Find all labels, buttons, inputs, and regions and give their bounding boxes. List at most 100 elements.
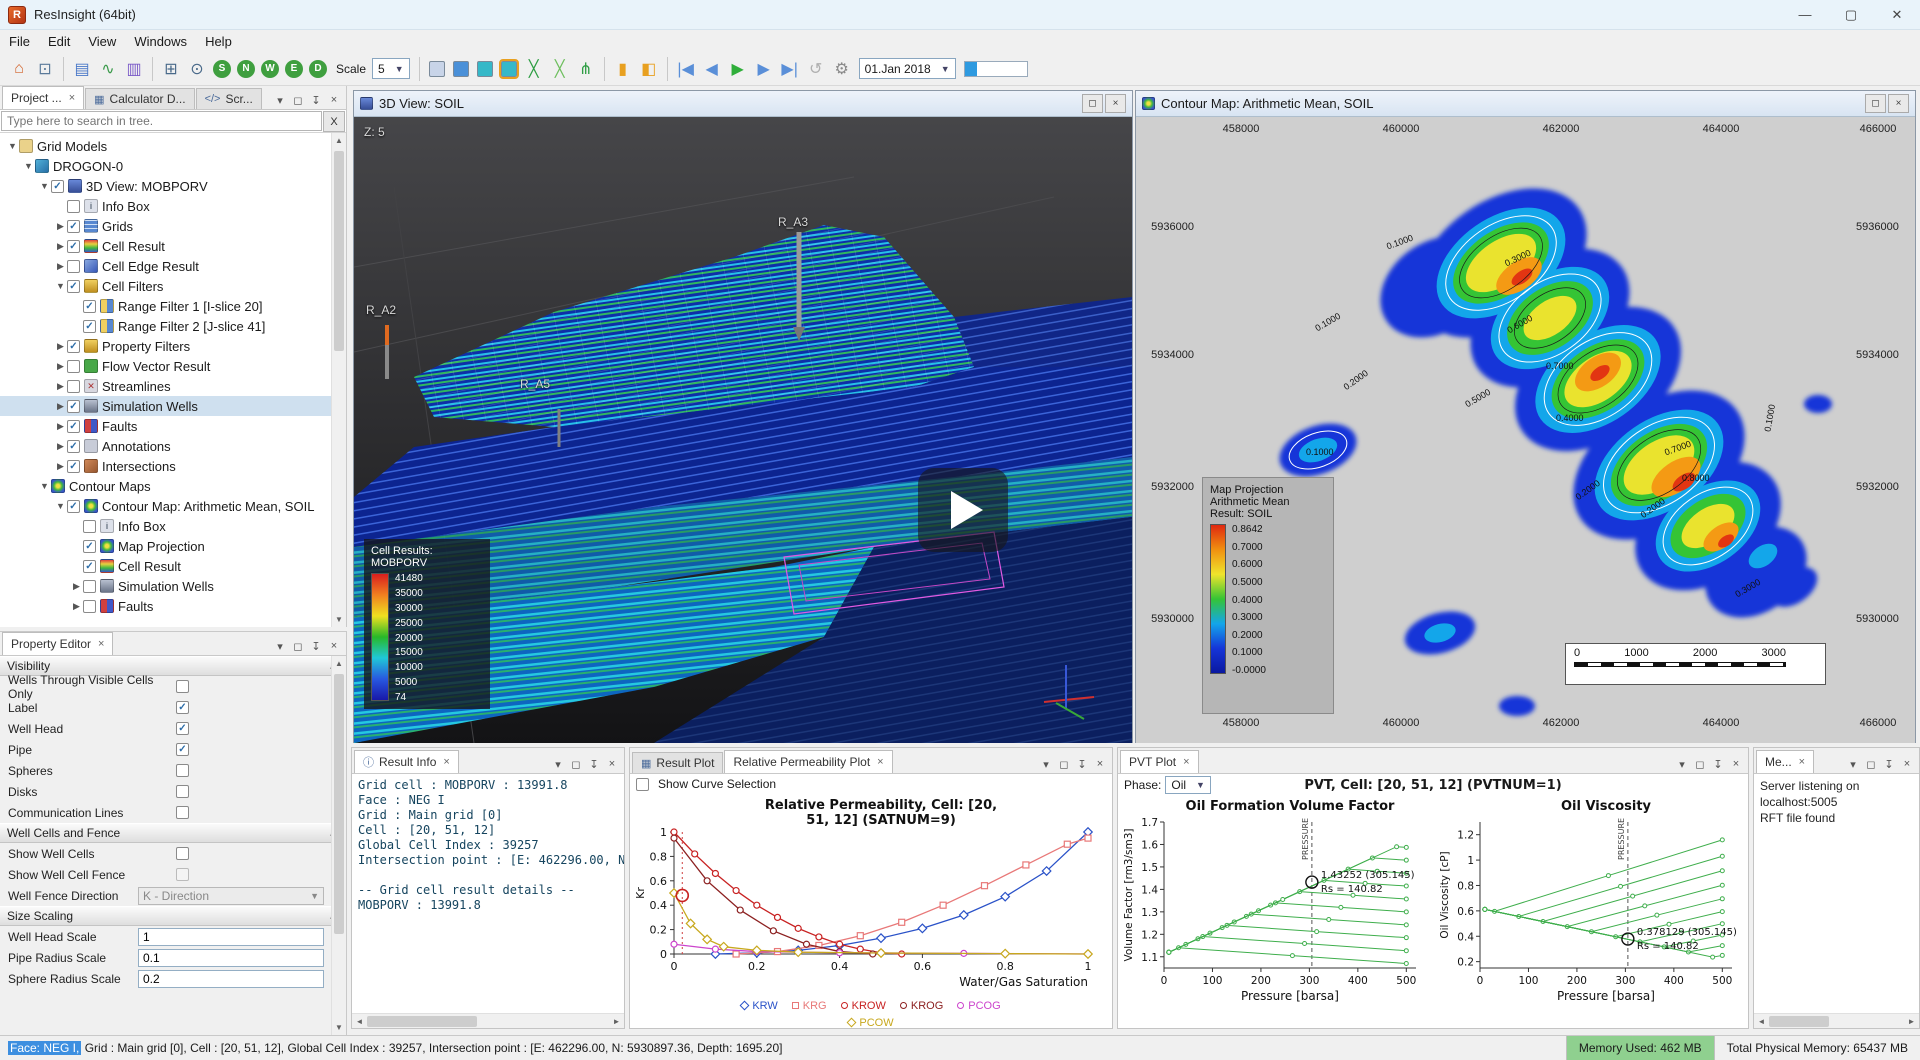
property-scrollbar[interactable]: ▲ ▼: [331, 656, 346, 1035]
view3d-viewport[interactable]: Z: 5 R_A3 R_A2 R_A5 Cell Results: MOBPOR…: [354, 117, 1132, 743]
grid-box-icon[interactable]: [429, 61, 445, 77]
expand-arrow-icon[interactable]: ▶: [54, 461, 67, 472]
float-icon[interactable]: ◻: [1055, 755, 1073, 773]
tree-item-grids[interactable]: ▶✓Grids: [0, 216, 346, 236]
view3d-titlebar[interactable]: 3D View: SOIL ◻×: [354, 91, 1132, 117]
expand-arrow-icon[interactable]: ▼: [22, 161, 35, 171]
expand-arrow-icon[interactable]: ▼: [38, 481, 51, 491]
legend-item-krw[interactable]: KRW: [741, 1000, 777, 1012]
expand-arrow-icon[interactable]: ▶: [54, 261, 67, 272]
menu-icon[interactable]: ▾: [271, 91, 289, 109]
draw-style-lines-icon[interactable]: ╳: [521, 56, 547, 82]
tab-scr-[interactable]: </>Scr...: [196, 88, 262, 109]
summary-plot-icon[interactable]: ∿: [95, 56, 121, 82]
tree-item-faults[interactable]: ▶Faults: [0, 596, 346, 616]
expand-arrow-icon[interactable]: ▶: [70, 581, 83, 592]
expand-arrow-icon[interactable]: ▶: [54, 221, 67, 232]
pvt-charts[interactable]: Oil Formation Volume Factor0100200300400…: [1118, 796, 1748, 1028]
close-button[interactable]: ✕: [1874, 0, 1920, 29]
property-checkbox[interactable]: ✓: [176, 743, 189, 756]
tree-item-3d-view-mobporv[interactable]: ▼✓3D View: MOBPORV: [0, 176, 346, 196]
close-icon[interactable]: ×: [1091, 755, 1109, 773]
tree-checkbox[interactable]: [67, 200, 80, 213]
open-project-icon[interactable]: ⌂: [6, 56, 32, 82]
menu-help[interactable]: Help: [196, 34, 241, 49]
menu-icon[interactable]: ▾: [549, 755, 567, 773]
measurement-icon[interactable]: ▮: [610, 56, 636, 82]
tree-item-range-filter-2-j-slice-41-[interactable]: ✓Range Filter 2 [J-slice 41]: [0, 316, 346, 336]
view-south-icon[interactable]: S: [213, 60, 231, 78]
property-checkbox[interactable]: [176, 785, 189, 798]
property-checkbox[interactable]: ✓: [176, 701, 189, 714]
section-header-well-cells-and-fence[interactable]: Well Cells and Fence∧∧: [0, 823, 346, 843]
tab-me-[interactable]: Me...×: [1756, 750, 1814, 773]
tree-item-info-box[interactable]: iInfo Box: [0, 196, 346, 216]
legend-item-krog[interactable]: KROG: [900, 1000, 943, 1012]
tree-item-flow-vector-result[interactable]: ▶Flow Vector Result: [0, 356, 346, 376]
expand-arrow-icon[interactable]: ▼: [54, 501, 67, 511]
tree-checkbox[interactable]: ✓: [83, 320, 96, 333]
tree-checkbox[interactable]: [83, 600, 96, 613]
tab-close-icon[interactable]: ×: [69, 92, 75, 104]
tree-checkbox[interactable]: ✓: [67, 400, 80, 413]
minimize-button[interactable]: —: [1782, 0, 1828, 29]
tab-close-icon[interactable]: ×: [877, 756, 883, 768]
close-icon[interactable]: ×: [1105, 94, 1126, 113]
float-icon[interactable]: ◻: [289, 637, 307, 655]
grid-cells-icon[interactable]: [453, 61, 469, 77]
pin-icon[interactable]: ↧: [1880, 755, 1898, 773]
property-input[interactable]: [138, 970, 324, 988]
import-case-icon[interactable]: ⊡: [32, 56, 58, 82]
menu-edit[interactable]: Edit: [39, 34, 79, 49]
tree-item-contour-map-arithmetic-mean-soil[interactable]: ▼✓Contour Map: Arithmetic Mean, SOIL: [0, 496, 346, 516]
contour-map-viewport[interactable]: Map Projection Arithmetic Mean Result: S…: [1136, 117, 1915, 743]
menu-icon[interactable]: ▾: [1844, 755, 1862, 773]
tree-checkbox[interactable]: ✓: [67, 440, 80, 453]
tree-checkbox[interactable]: ✓: [83, 560, 96, 573]
tree-item-simulation-wells[interactable]: ▶Simulation Wells: [0, 576, 346, 596]
expand-arrow-icon[interactable]: ▶: [54, 421, 67, 432]
tab-close-icon[interactable]: ×: [1183, 756, 1189, 768]
draw-style-mesh-icon[interactable]: ╳: [547, 56, 573, 82]
step-back-icon[interactable]: ◀: [699, 56, 725, 82]
animation-progress[interactable]: [964, 61, 1028, 77]
pin-icon[interactable]: ↧: [307, 91, 325, 109]
tree-item-cell-result[interactable]: ▶✓Cell Result: [0, 236, 346, 256]
tree-checkbox[interactable]: ✓: [67, 280, 80, 293]
expand-arrow-icon[interactable]: ▶: [70, 601, 83, 612]
tree-scrollbar[interactable]: ▲ ▼: [331, 133, 346, 627]
well-log-plot-icon[interactable]: ▥: [121, 56, 147, 82]
maximize-button[interactable]: ▢: [1828, 0, 1874, 29]
expand-arrow-icon[interactable]: ▶: [54, 241, 67, 252]
tree-checkbox[interactable]: ✓: [51, 180, 64, 193]
float-icon[interactable]: ◻: [1691, 755, 1709, 773]
timestep-select[interactable]: 01.Jan 2018▼: [859, 58, 956, 79]
tree-item-cell-edge-result[interactable]: ▶Cell Edge Result: [0, 256, 346, 276]
tree-item-simulation-wells[interactable]: ▶✓Simulation Wells: [0, 396, 346, 416]
tile-windows-icon[interactable]: ⊞: [158, 56, 184, 82]
repeat-icon[interactable]: ↺: [803, 56, 829, 82]
close-icon[interactable]: ×: [603, 755, 621, 773]
legend-item-krow[interactable]: KROW: [841, 1000, 886, 1012]
tab-result-info[interactable]: ⓘResult Info×: [354, 750, 459, 773]
relperm-chart[interactable]: Relative Permeability, Cell: [20,51, 12]…: [630, 794, 1112, 994]
skip-to-start-icon[interactable]: |◀: [673, 56, 699, 82]
tree-checkbox[interactable]: ✓: [83, 540, 96, 553]
float-icon[interactable]: ◻: [1862, 755, 1880, 773]
tree-item-annotations[interactable]: ▶✓Annotations: [0, 436, 346, 456]
close-icon[interactable]: ×: [1898, 755, 1916, 773]
tab-property-editor[interactable]: Property Editor×: [2, 632, 113, 655]
result-info-hscrollbar[interactable]: ◄ ►: [352, 1013, 624, 1028]
tree-item-drogon-0[interactable]: ▼DROGON-0: [0, 156, 346, 176]
phase-select[interactable]: Oil▼: [1165, 776, 1211, 794]
tree-checkbox[interactable]: ✓: [67, 220, 80, 233]
menu-icon[interactable]: ▾: [271, 637, 289, 655]
tree-item-cell-filters[interactable]: ▼✓Cell Filters: [0, 276, 346, 296]
expand-arrow-icon[interactable]: ▶: [54, 381, 67, 392]
view-west-icon[interactable]: W: [261, 60, 279, 78]
play-icon[interactable]: ▶: [725, 56, 751, 82]
pin-icon[interactable]: ↧: [307, 637, 325, 655]
expand-arrow-icon[interactable]: ▶: [54, 341, 67, 352]
expand-arrow-icon[interactable]: ▶: [54, 361, 67, 372]
tab-calculator-d-[interactable]: ▦Calculator D...: [85, 88, 194, 109]
